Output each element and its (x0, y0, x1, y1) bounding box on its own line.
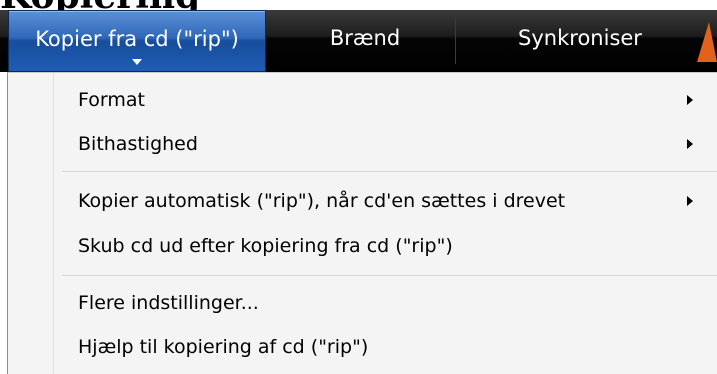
tab-sync[interactable]: Synkroniser (480, 10, 680, 72)
tab-rip-label: Kopier fra cd ("rip") (35, 27, 239, 51)
tab-burn[interactable]: Brænd (300, 10, 430, 72)
tab-sync-label: Synkroniser (518, 26, 642, 50)
player-toolbar: Kopier fra cd ("rip") Brænd Synkroniser (0, 10, 717, 72)
menu-item-label: Hjælp til kopiering af cd ("rip") (78, 336, 369, 358)
menu-separator (62, 171, 717, 172)
submenu-arrow-icon (687, 139, 693, 149)
rip-options-menu: Format Bithastighed Kopier automatisk ("… (7, 72, 717, 374)
menu-item-bitrate[interactable]: Bithastighed (8, 124, 717, 164)
tab-burn-label: Brænd (329, 26, 401, 50)
tab-rip[interactable]: Kopier fra cd ("rip") (8, 10, 266, 72)
menu-item-auto-rip[interactable]: Kopier automatisk ("rip"), når cd'en sæt… (8, 181, 717, 221)
chevron-down-icon (132, 59, 142, 65)
menu-item-label: Flere indstillinger... (78, 292, 259, 314)
app-logo-icon (697, 22, 717, 62)
submenu-arrow-icon (687, 95, 693, 105)
menu-item-eject-after-rip[interactable]: Skub cd ud efter kopiering fra cd ("rip"… (8, 226, 717, 266)
menu-item-rip-help[interactable]: Hjælp til kopiering af cd ("rip") (8, 327, 717, 367)
menu-item-label: Skub cd ud efter kopiering fra cd ("rip"… (78, 235, 453, 257)
toolbar-divider (455, 18, 456, 64)
menu-item-label: Kopier automatisk ("rip"), når cd'en sæt… (78, 190, 566, 212)
menu-item-label: Format (78, 89, 145, 111)
menu-separator (62, 275, 717, 276)
submenu-arrow-icon (687, 196, 693, 206)
menu-item-more-options[interactable]: Flere indstillinger... (8, 283, 717, 323)
menu-item-format[interactable]: Format (8, 80, 717, 120)
menu-item-label: Bithastighed (78, 133, 198, 155)
